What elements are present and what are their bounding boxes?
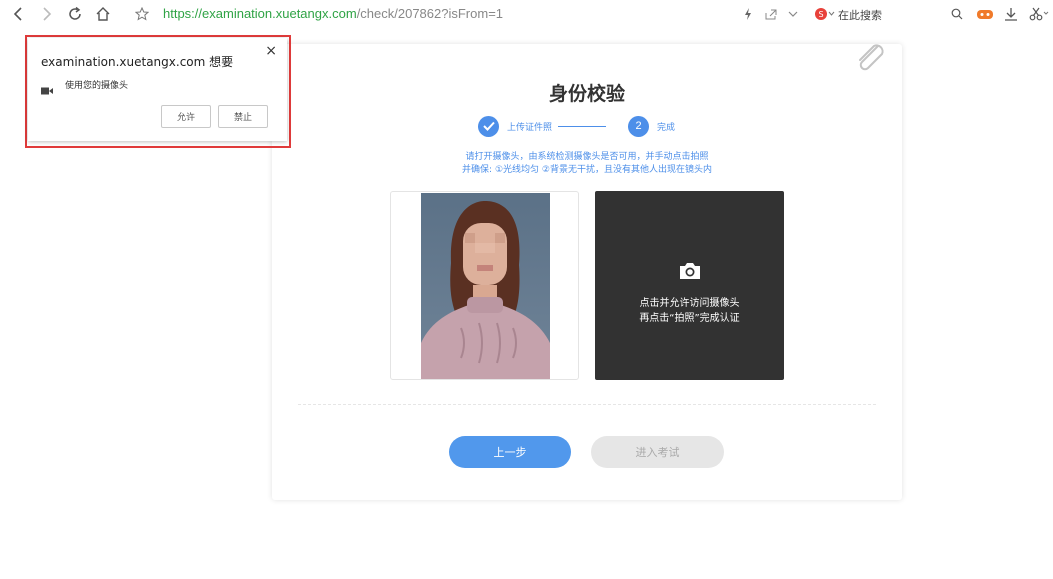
step-indicator: 上传证件照 2 完成 [478, 115, 675, 137]
paperclip-icon [854, 42, 888, 76]
search-icon[interactable] [949, 4, 965, 24]
camera-icon [678, 261, 702, 281]
game-controller-icon[interactable] [974, 4, 996, 24]
page-title: 身份校验 [548, 83, 625, 105]
camera-capture-area[interactable]: 点击并允许访问摄像头 再点击“拍照”完成认证 [595, 191, 784, 380]
check-icon [478, 115, 499, 137]
step-connector [558, 125, 607, 127]
step-2-number: 2 [628, 115, 650, 137]
lightning-icon[interactable] [741, 4, 755, 24]
chevron-down-icon[interactable] [786, 4, 800, 24]
bookmark-star-icon[interactable] [133, 4, 151, 24]
camera-permission-popup: examination.xuetangx.com 想要 × 使用您的摄像头 允许… [28, 38, 287, 141]
home-icon[interactable] [94, 4, 112, 24]
close-icon[interactable]: × [265, 43, 277, 59]
camera-prompt-line-1: 点击并允许访问摄像头 [639, 298, 740, 309]
divider [298, 404, 876, 405]
svg-text:S: S [818, 10, 823, 19]
browser-toolbar: https://examination.xuetangx.com/check/2… [0, 0, 1053, 28]
instruction-line-2: 并确保: ①光线均匀 ②背景无干扰，且没有其他人出现在镜头内 [462, 165, 712, 175]
previous-step-button[interactable]: 上一步 [449, 436, 571, 468]
enter-exam-button[interactable]: 进入考试 [591, 436, 724, 468]
back-icon[interactable] [9, 4, 27, 24]
url-scheme: https:// [163, 6, 203, 21]
id-photo [421, 193, 550, 379]
permission-title: examination.xuetangx.com 想要 [41, 55, 234, 69]
url-host: examination.xuetangx.com [202, 6, 357, 21]
address-bar[interactable]: https://examination.xuetangx.com/check/2… [163, 6, 503, 21]
permission-description: 使用您的摄像头 [65, 81, 129, 91]
id-photo-frame [390, 191, 579, 380]
block-button[interactable]: 禁止 [218, 105, 268, 128]
verification-card: 身份校验 上传证件照 2 完成 请打开摄像头，由系统检测摄像头是否可用，并手动点… [272, 44, 902, 500]
instruction-line-1: 请打开摄像头，由系统检测摄像头是否可用，并手动点击拍照 [465, 152, 709, 162]
allow-button[interactable]: 允许 [161, 105, 211, 128]
download-icon[interactable] [1003, 4, 1019, 24]
search-box[interactable]: 在此搜索 [838, 7, 882, 23]
step-1-label: 上传证件照 [507, 122, 553, 133]
forward-icon[interactable] [38, 4, 56, 24]
step-2-label: 完成 [657, 122, 676, 133]
camera-prompt: 点击并允许访问摄像头 再点击“拍照”完成认证 [595, 296, 784, 326]
instructions: 请打开摄像头，由系统检测摄像头是否可用，并手动点击拍照 并确保: ①光线均匀 ②… [272, 151, 902, 177]
scissors-icon[interactable] [1028, 4, 1050, 24]
share-icon[interactable] [763, 4, 779, 24]
camera-prompt-line-2: 再点击“拍照”完成认证 [639, 313, 740, 324]
video-camera-icon [41, 80, 53, 95]
url-path: /check/207862?isFrom=1 [356, 6, 504, 21]
reload-icon[interactable] [66, 4, 84, 24]
sogou-search-icon[interactable]: S [814, 4, 836, 24]
